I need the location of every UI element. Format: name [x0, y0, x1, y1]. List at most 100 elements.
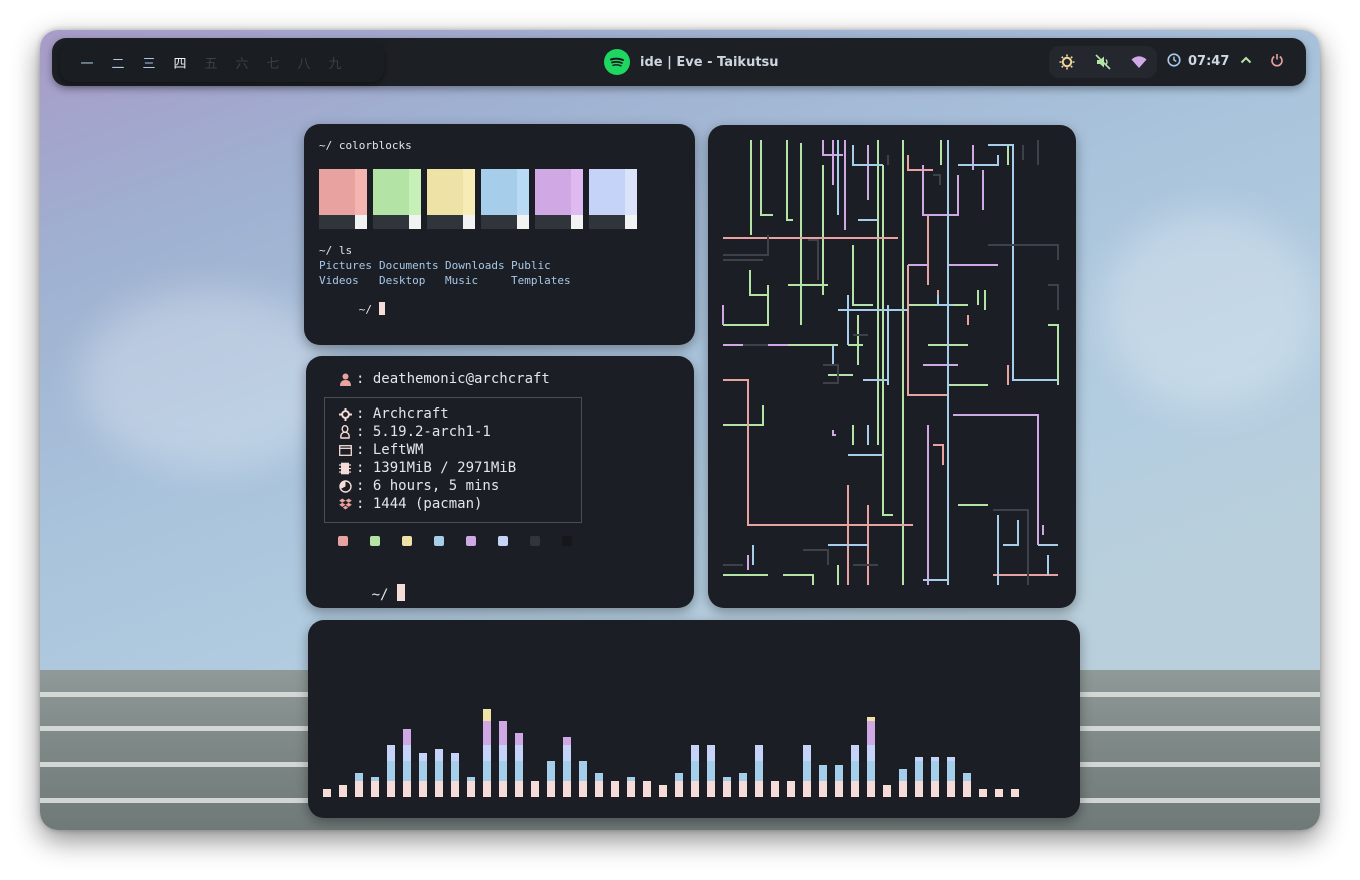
- chevron-up-icon[interactable]: [1239, 52, 1253, 71]
- visualizer-bar-segment: [899, 777, 907, 781]
- visualizer-bar-segment: [387, 789, 395, 793]
- visualizer-bar-segment: [867, 761, 875, 765]
- visualizer-bar-segment: [515, 777, 523, 781]
- visualizer-bar-segment: [691, 749, 699, 753]
- palette-gray: [530, 536, 540, 546]
- visualizer-bar-segment: [419, 761, 427, 765]
- visualizer-bar-segment: [387, 785, 395, 789]
- terminal-pipes[interactable]: [708, 125, 1076, 608]
- workspace-9[interactable]: 九: [326, 53, 344, 72]
- visualizer-bar-segment: [723, 793, 731, 797]
- visualizer-bar-segment: [387, 765, 395, 769]
- visualizer-bar-segment: [691, 769, 699, 773]
- visualizer-bar-segment: [867, 721, 875, 725]
- visualizer-bar-segment: [355, 789, 363, 793]
- user-line: : deathemonic@archcraft: [338, 371, 550, 387]
- workspace-3[interactable]: 三: [140, 53, 158, 72]
- visualizer-bar-segment: [851, 749, 859, 753]
- visualizer-bar-segment: [611, 793, 619, 797]
- visualizer-bar-segment: [819, 785, 827, 789]
- visualizer-bar-segment: [467, 793, 475, 797]
- color-block-lavender: [589, 169, 637, 229]
- visualizer-bar-segment: [803, 769, 811, 773]
- visualizer-bar-segment: [435, 765, 443, 769]
- visualizer-bar-segment: [723, 789, 731, 793]
- visualizer-bar-segment: [643, 793, 651, 797]
- workspace-1[interactable]: 一: [78, 53, 96, 72]
- visualizer-bar-segment: [963, 773, 971, 777]
- visualizer-bar-segment: [995, 793, 1003, 797]
- visualizer-bar-segment: [515, 793, 523, 797]
- wifi-icon[interactable]: [1131, 54, 1147, 70]
- workspace-2[interactable]: 二: [109, 53, 127, 72]
- workspace-6[interactable]: 六: [233, 53, 251, 72]
- visualizer-bar-segment: [771, 789, 779, 793]
- visualizer-bar-segment: [947, 761, 955, 765]
- visualizer-bar-segment: [707, 769, 715, 773]
- visualizer-bar-segment: [355, 777, 363, 781]
- visualizer-bar-segment: [707, 749, 715, 753]
- terminal-colorblocks[interactable]: ~/ colorblocks ~/ ls Pictures Documents …: [304, 124, 695, 345]
- audio-visualizer[interactable]: [308, 620, 1080, 818]
- visualizer-bar-segment: [931, 777, 939, 781]
- visualizer-bar-segment: [435, 777, 443, 781]
- visualizer-bar-segment: [435, 749, 443, 753]
- visualizer-bar-segment: [707, 789, 715, 793]
- visualizer-bar-segment: [387, 753, 395, 757]
- visualizer-bar-segment: [451, 781, 459, 785]
- brightness-icon[interactable]: [1059, 54, 1075, 70]
- visualizer-bar-segment: [387, 745, 395, 749]
- visualizer-bar-segment: [851, 769, 859, 773]
- workspace-4[interactable]: 四: [171, 53, 189, 72]
- visualizer-bar-segment: [387, 761, 395, 765]
- visualizer-bar-segment: [755, 785, 763, 789]
- visualizer-bar-segment: [483, 773, 491, 777]
- visualizer-bar-segment: [595, 785, 603, 789]
- visualizer-bar-segment: [499, 729, 507, 733]
- visualizer-bar-segment: [339, 793, 347, 797]
- pipes-screensaver: [722, 140, 1059, 585]
- system-tray: [1049, 46, 1157, 78]
- visualizer-bar-segment: [451, 753, 459, 757]
- workspace-7[interactable]: 七: [264, 53, 282, 72]
- visualizer-bar-segment: [515, 765, 523, 769]
- visualizer-bar-segment: [435, 753, 443, 757]
- terminal-fetch[interactable]: : deathemonic@archcraft : Archcraft : 5.…: [306, 356, 694, 608]
- workspace-switcher: 一 二 三 四 五 六 七 八 九: [60, 42, 384, 82]
- visualizer-bar-segment: [467, 785, 475, 789]
- visualizer-bar-segment: [835, 769, 843, 773]
- visualizer-bar-segment: [1011, 789, 1019, 793]
- info-packages: : 1444 (pacman): [338, 496, 482, 512]
- visualizer-bar-segment: [723, 777, 731, 781]
- clock[interactable]: 07:47: [1167, 52, 1229, 71]
- workspace-8[interactable]: 八: [295, 53, 313, 72]
- visualizer-bar-segment: [435, 781, 443, 785]
- visualizer-bar-segment: [435, 789, 443, 793]
- visualizer-bar-segment: [611, 789, 619, 793]
- workspace-5[interactable]: 五: [202, 53, 220, 72]
- visualizer-bar-segment: [979, 793, 987, 797]
- visualizer-bar-segment: [499, 753, 507, 757]
- visualizer-bar-segment: [371, 785, 379, 789]
- visualizer-bar-segment: [451, 789, 459, 793]
- visualizer-bar-segment: [803, 745, 811, 749]
- folder-pictures: Pictures: [319, 259, 372, 272]
- visualizer-bar-segment: [963, 781, 971, 785]
- palette-red: [338, 536, 348, 546]
- visualizer-bar-segment: [787, 781, 795, 785]
- visualizer-bar-segment: [451, 769, 459, 773]
- visualizer-bar-segment: [563, 773, 571, 777]
- volume-muted-icon[interactable]: [1095, 54, 1111, 70]
- visualizer-bar-segment: [755, 761, 763, 765]
- visualizer-bar-segment: [563, 737, 571, 741]
- visualizer-bar-segment: [867, 773, 875, 777]
- visualizer-bar-segment: [755, 745, 763, 749]
- visualizer-bar-segment: [403, 737, 411, 741]
- visualizer-bar-segment: [691, 753, 699, 757]
- now-playing[interactable]: ide | Eve - Taikutsu: [604, 49, 779, 75]
- visualizer-bar-segment: [627, 789, 635, 793]
- power-icon[interactable]: [1270, 52, 1284, 71]
- visualizer-bar-segment: [803, 793, 811, 797]
- visualizer-bar-segment: [659, 785, 667, 789]
- visualizer-bar-segment: [643, 781, 651, 785]
